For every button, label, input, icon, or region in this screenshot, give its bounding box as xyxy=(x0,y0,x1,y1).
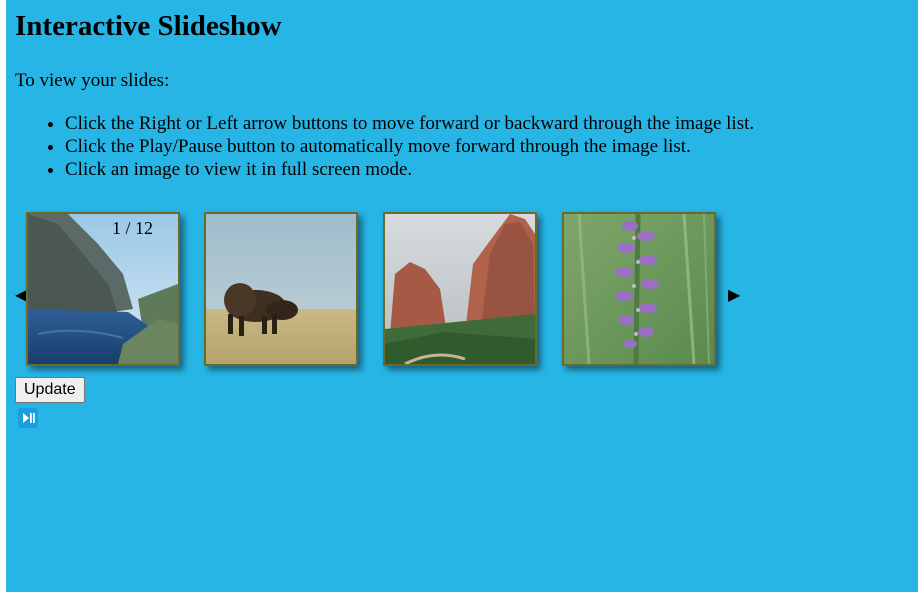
thumbnail-mountain-lake[interactable] xyxy=(26,212,180,366)
right-arrow-icon[interactable]: ▶ xyxy=(728,287,740,303)
instruction-fullscreen: Click an image to view it in full screen… xyxy=(65,158,754,181)
page-title: Interactive Slideshow xyxy=(15,10,282,42)
intro-text: To view your slides: xyxy=(15,70,170,91)
bison-image xyxy=(206,214,356,364)
thumbnail-bison[interactable] xyxy=(204,212,358,366)
play-pause-icon[interactable] xyxy=(18,408,38,428)
thumbnail-wildflower[interactable] xyxy=(562,212,716,366)
wildflower-image xyxy=(564,214,714,364)
instructions-list: Click the Right or Left arrow buttons to… xyxy=(15,112,754,181)
update-button[interactable]: Update xyxy=(15,377,85,403)
mountain-lake-image xyxy=(28,214,178,364)
thumbnail-red-rocks[interactable] xyxy=(383,212,537,366)
instruction-arrows: Click the Right or Left arrow buttons to… xyxy=(65,112,754,135)
slide-counter: 1 / 12 xyxy=(112,218,154,238)
slideshow-page: Interactive Slideshow To view your slide… xyxy=(6,0,918,592)
red-rocks-image xyxy=(385,214,535,364)
instruction-play-pause: Click the Play/Pause button to automatic… xyxy=(65,135,754,158)
